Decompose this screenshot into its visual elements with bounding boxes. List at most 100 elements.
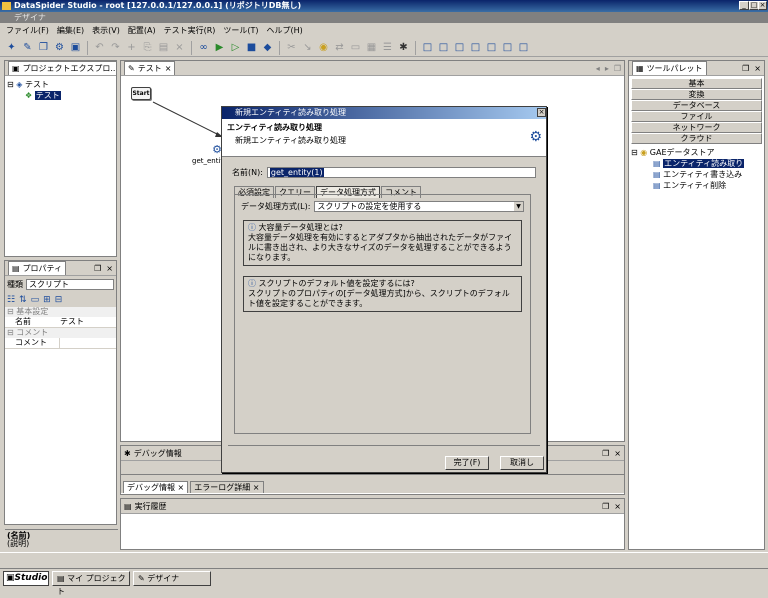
maximize-view-icon[interactable]: ❐	[602, 449, 609, 458]
palette-item-delete[interactable]: ▤ エンティティ削除	[631, 180, 762, 191]
sort-icon[interactable]: ⇅	[19, 295, 27, 305]
new-script-icon[interactable]: ✎	[20, 41, 35, 55]
palette-tab[interactable]: ▦ ツールパレット	[632, 61, 707, 75]
section-basic[interactable]: ⊟ 基本設定	[5, 307, 116, 317]
menu-tools[interactable]: ツール(T)	[223, 24, 258, 38]
breakpoint-icon[interactable]: ◆	[260, 41, 275, 55]
menu-view[interactable]: 表示(V)	[92, 24, 120, 38]
pin-icon[interactable]: ↘	[300, 41, 315, 55]
maximize-view-icon[interactable]: ❐	[94, 264, 101, 273]
delete-icon[interactable]: ×	[172, 41, 187, 55]
maximize-view-icon[interactable]: ❐	[742, 64, 749, 73]
palette-tree-root[interactable]: ⊟ ◉ GAEデータストア	[631, 147, 762, 158]
name-input[interactable]: get_entity(1)	[269, 168, 324, 177]
status-area	[0, 552, 768, 567]
kind-label: 種類	[7, 280, 23, 289]
table-icon[interactable]: ▦	[364, 41, 379, 55]
palette-item-read[interactable]: ▤ エンティティ読み取り	[631, 158, 762, 169]
close-tab-icon[interactable]: ×	[165, 62, 172, 75]
cancel-button[interactable]: 取消し	[500, 456, 544, 470]
layout-2-icon[interactable]: □	[436, 41, 451, 55]
layout-6-icon[interactable]: □	[500, 41, 515, 55]
close-view-icon[interactable]: ×	[614, 449, 621, 458]
palette-category-database[interactable]: データベース	[631, 100, 762, 111]
studio-button[interactable]: ▣Studio	[3, 571, 49, 586]
copy-icon[interactable]: ⎘	[140, 41, 155, 55]
dialog-close-button[interactable]: ×	[537, 108, 546, 117]
minimize-button[interactable]: _	[739, 1, 749, 10]
designer-button[interactable]: ✎ デザイナ	[133, 571, 211, 586]
close-view-icon[interactable]: ×	[754, 64, 761, 73]
maximize-view-icon[interactable]: ❐	[602, 502, 609, 511]
new-project-icon[interactable]: ✦	[4, 41, 19, 55]
properties-tab[interactable]: ▤ プロパティ	[8, 261, 67, 275]
menu-help[interactable]: ヘルプ(H)	[267, 24, 303, 38]
categorize-icon[interactable]: ☷	[7, 295, 15, 305]
variable-icon[interactable]: ◉	[316, 41, 331, 55]
undo-icon[interactable]: ↶	[92, 41, 107, 55]
run-step-icon[interactable]: ▷	[228, 41, 243, 55]
flow-icon[interactable]: ⇄	[332, 41, 347, 55]
tab-debug-info[interactable]: デバッグ情報 ×	[123, 481, 189, 493]
collapse-all-icon[interactable]: ⊟	[55, 295, 63, 305]
start-node[interactable]: Start	[131, 87, 151, 100]
add-icon[interactable]: +	[124, 41, 139, 55]
layout-1-icon[interactable]: □	[420, 41, 435, 55]
tab-error-log[interactable]: エラーログ詳細 ×	[190, 481, 264, 493]
method-label: データ処理方式(L):	[241, 202, 311, 211]
palette-category-network[interactable]: ネットワーク	[631, 122, 762, 133]
paste-icon[interactable]: ▤	[156, 41, 171, 55]
link-icon[interactable]: ∞	[196, 41, 211, 55]
layout-3-icon[interactable]: □	[452, 41, 467, 55]
info-icon: ⓘ	[248, 279, 256, 288]
palette-item-write[interactable]: ▤ エンティティ書き込み	[631, 169, 762, 180]
scroll-left-icon[interactable]: ◂	[596, 64, 600, 73]
editor-tab[interactable]: ✎ テスト ×	[124, 61, 176, 75]
cut-icon[interactable]: ✂	[284, 41, 299, 55]
close-view-icon[interactable]: ×	[106, 264, 113, 273]
bug-icon[interactable]: ✱	[396, 41, 411, 55]
property-row-comment[interactable]: コメント	[5, 338, 116, 349]
entity-write-icon: ▤	[653, 170, 661, 179]
project-explorer-tab[interactable]: ▣ プロジェクトエクスプロ...	[8, 61, 116, 75]
menu-arrange[interactable]: 配置(A)	[128, 24, 156, 38]
properties-panel: ▤ プロパティ ❐ × 種類 スクリプト ☷ ⇅ ▭ ⊞ ⊟ ⊟ 基本設定 名前 テス…	[4, 260, 118, 549]
menu-test-run[interactable]: テスト実行(R)	[164, 24, 216, 38]
my-project-button[interactable]: ▤ マイ プロジェクト	[52, 571, 130, 596]
tree-script-node[interactable]: ❖ テスト	[7, 90, 114, 101]
toolbar: ✦ ✎ ❐ ⚙ ▣ ↶ ↷ + ⎘ ▤ × ∞ ▶ ▷ ■ ◆ ✂ ↘ ◉ ⇄ …	[0, 39, 768, 57]
tree-project-node[interactable]: ⊟ ◈ テスト	[7, 79, 114, 90]
layout-5-icon[interactable]: □	[484, 41, 499, 55]
section-comment[interactable]: ⊟ コメント	[5, 328, 116, 338]
settings-icon[interactable]: ⚙	[52, 41, 67, 55]
palette-category-file[interactable]: ファイル	[631, 111, 762, 122]
scroll-right-icon[interactable]: ▸	[605, 64, 609, 73]
filter-icon[interactable]: ▭	[31, 295, 40, 305]
studio-icon: ▣	[6, 573, 15, 583]
expand-all-icon[interactable]: ⊞	[43, 295, 51, 305]
collapse-icon[interactable]: ⊟	[7, 80, 14, 89]
palette-category-transform[interactable]: 変換	[631, 89, 762, 100]
redo-icon[interactable]: ↷	[108, 41, 123, 55]
menu-edit[interactable]: 編集(E)	[57, 24, 84, 38]
open-icon[interactable]: ❐	[36, 41, 51, 55]
layout-4-icon[interactable]: □	[468, 41, 483, 55]
close-button[interactable]: ×	[758, 1, 767, 10]
menu-file[interactable]: ファイル(F)	[6, 24, 49, 38]
designer-subtitle: デザイナ	[0, 12, 768, 23]
run-icon[interactable]: ▶	[212, 41, 227, 55]
history-panel: ▤ 実行履歴 ❐ ×	[120, 498, 625, 550]
close-view-icon[interactable]: ×	[614, 502, 621, 511]
palette-category-cloud[interactable]: クラウド	[631, 133, 762, 144]
debug-icon[interactable]: ■	[244, 41, 259, 55]
maximize-view-icon[interactable]: ❐	[614, 64, 621, 73]
palette-category-basic[interactable]: 基本	[631, 78, 762, 89]
finish-button[interactable]: 完了(F)	[445, 456, 489, 470]
save-icon[interactable]: ▣	[68, 41, 83, 55]
method-select[interactable]: スクリプトの設定を使用する ▼	[314, 201, 524, 212]
layout-7-icon[interactable]: □	[516, 41, 531, 55]
doc-icon[interactable]: ▭	[348, 41, 363, 55]
debug-icon: ✱	[124, 448, 131, 458]
property-row-name[interactable]: 名前 テスト	[5, 317, 116, 328]
list-icon[interactable]: ☰	[380, 41, 395, 55]
